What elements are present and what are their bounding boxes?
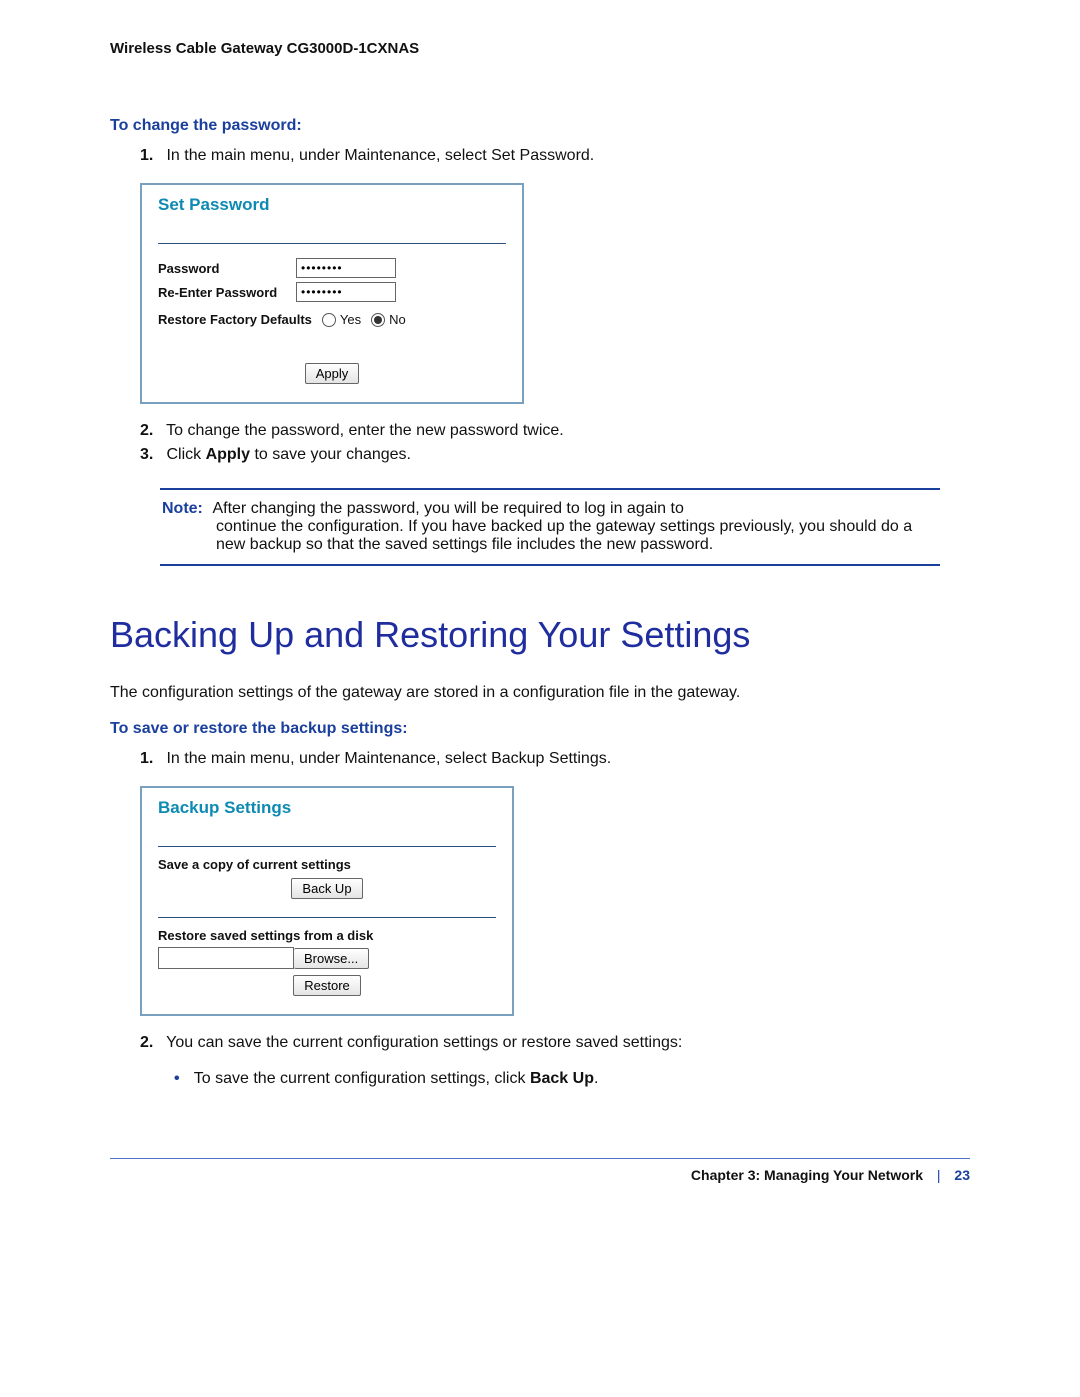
option-label: Yes — [340, 312, 361, 327]
save-settings-label: Save a copy of current settings — [158, 857, 496, 872]
set-password-panel: Set Password Password Re-Enter Password … — [140, 183, 524, 404]
option-label: No — [389, 312, 406, 327]
footer-page-number: 23 — [954, 1167, 970, 1183]
step-item: 2. To change the password, enter the new… — [140, 422, 970, 440]
page-footer: Chapter 3: Managing Your Network | 23 — [110, 1167, 970, 1183]
step-number: 2. — [140, 422, 162, 440]
note-text-first: After changing the password, you will be… — [212, 500, 683, 517]
change-password-heading: To change the password: — [110, 117, 970, 135]
step-text: In the main menu, under Maintenance, sel… — [166, 750, 611, 767]
panel-title: Set Password — [158, 195, 506, 215]
section-heading-backup: Backing Up and Restoring Your Settings — [110, 614, 970, 656]
restore-yes-option[interactable]: Yes — [322, 312, 361, 327]
step-item: 3. Click Apply to save your changes. — [140, 446, 970, 464]
browse-button[interactable]: Browse... — [294, 948, 369, 969]
radio-icon — [322, 313, 336, 327]
password-input[interactable] — [296, 258, 396, 278]
restore-settings-label: Restore saved settings from a disk — [158, 928, 496, 943]
backup-button[interactable]: Back Up — [291, 878, 362, 899]
panel-title: Backup Settings — [158, 798, 496, 818]
backup-intro-text: The configuration settings of the gatewa… — [110, 684, 970, 702]
backup-subtitle: To save or restore the backup settings: — [110, 720, 970, 738]
backup-settings-panel: Backup Settings Save a copy of current s… — [140, 786, 514, 1016]
note-label: Note: — [162, 500, 203, 517]
password-label: Password — [158, 261, 286, 276]
footer-separator — [110, 1158, 970, 1159]
restore-file-input[interactable] — [158, 947, 294, 969]
restore-defaults-label: Restore Factory Defaults — [158, 312, 312, 327]
note-callout: Note: After changing the password, you w… — [160, 488, 940, 566]
step-item: 2. You can save the current configuratio… — [140, 1034, 970, 1052]
footer-separator-bar: | — [937, 1167, 941, 1183]
footer-chapter: Chapter 3: Managing Your Network — [691, 1167, 923, 1183]
step-item: 1. In the main menu, under Maintenance, … — [140, 750, 970, 768]
reenter-password-label: Re-Enter Password — [158, 285, 286, 300]
step-text: Click Apply to save your changes. — [166, 446, 411, 463]
step-text: To change the password, enter the new pa… — [166, 422, 564, 439]
radio-icon — [371, 313, 385, 327]
reenter-password-input[interactable] — [296, 282, 396, 302]
step-number: 2. — [140, 1034, 162, 1052]
step-text: In the main menu, under Maintenance, sel… — [166, 147, 594, 164]
restore-no-option[interactable]: No — [371, 312, 406, 327]
note-text: continue the configuration. If you have … — [216, 518, 938, 554]
step-number: 1. — [140, 750, 162, 768]
document-product-title: Wireless Cable Gateway CG3000D-1CXNAS — [110, 40, 970, 57]
step-number: 1. — [140, 147, 162, 165]
apply-button[interactable]: Apply — [305, 363, 360, 384]
step-number: 3. — [140, 446, 162, 464]
restore-button[interactable]: Restore — [293, 975, 361, 996]
bullet-item: To save the current configuration settin… — [174, 1070, 970, 1088]
step-text: You can save the current configuration s… — [166, 1034, 682, 1051]
step-item: 1. In the main menu, under Maintenance, … — [140, 147, 970, 165]
